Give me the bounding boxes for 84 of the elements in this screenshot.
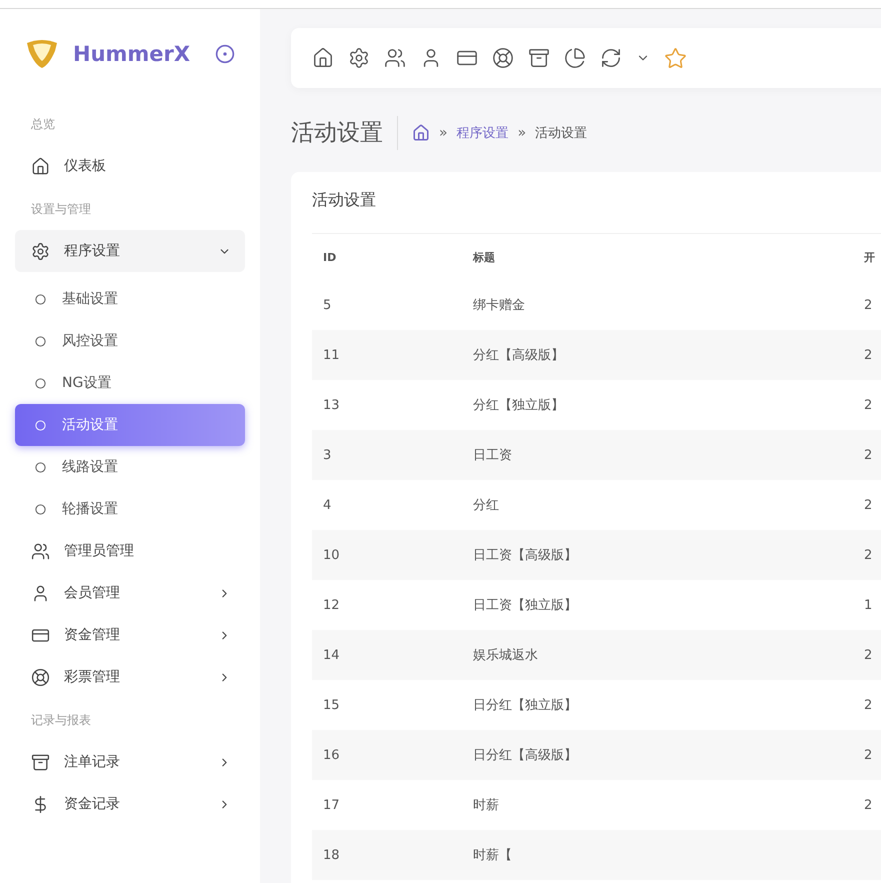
table-cell: 日工资【独立版】	[473, 598, 577, 613]
circle-icon	[35, 378, 46, 388]
circle-icon	[35, 462, 46, 472]
section-heading: 设置与管理	[30, 201, 92, 218]
menu-icon	[31, 242, 50, 260]
shield-logo-icon	[25, 39, 59, 69]
submenu-item[interactable]: NG设置	[15, 362, 245, 404]
submenu-item[interactable]: 轮播设置	[15, 488, 245, 530]
menu-icon	[31, 156, 50, 176]
table-cell: 时薪	[473, 798, 499, 813]
table-cell: 2	[864, 448, 872, 462]
table-cell: 娱乐城返水	[473, 648, 538, 663]
table-cell: 2	[864, 748, 872, 762]
menu-icon	[31, 752, 50, 772]
table-cell: 2	[864, 498, 872, 512]
menu-item[interactable]: 资金记录	[15, 783, 245, 825]
menu-item[interactable]: 注单记录	[15, 741, 245, 783]
pie-chart-icon[interactable]	[564, 47, 586, 69]
table-cell: 时薪【	[473, 848, 512, 863]
table-cell: 2	[864, 348, 872, 362]
brand-name: HummerX	[73, 42, 192, 66]
table-cell: 2	[864, 648, 872, 662]
submenu-item[interactable]: 基础设置	[15, 278, 245, 320]
table-cell: 16	[323, 748, 340, 762]
table-cell: 18	[323, 848, 340, 862]
table-cell: 日分红【独立版】	[473, 698, 577, 713]
sidebar-toggle-icon[interactable]	[215, 44, 235, 64]
column-header: ID	[312, 234, 462, 280]
home-icon[interactable]	[412, 124, 430, 142]
table-cell: 17	[323, 798, 340, 812]
circle-icon	[35, 420, 46, 430]
menu-item[interactable]: 程序设置	[15, 230, 245, 272]
circle-icon	[35, 336, 46, 346]
page-title: 活动设置	[291, 116, 398, 150]
table-cell: 日工资	[473, 448, 512, 463]
breadcrumb-separator: »	[518, 125, 526, 141]
lifebuoy-icon[interactable]	[492, 47, 514, 69]
card-title: 活动设置	[312, 190, 377, 211]
table-cell: 日分红【高级版】	[473, 748, 577, 763]
table-cell: 分红	[473, 498, 499, 513]
menu-item[interactable]: 资金管理	[15, 614, 245, 656]
table-cell: 1	[864, 598, 872, 612]
star-icon[interactable]	[664, 46, 687, 70]
submenu-item[interactable]: 风控设置	[15, 320, 245, 362]
menu-item[interactable]: 彩票管理	[15, 656, 245, 698]
table-cell: 2	[864, 398, 872, 412]
table-cell: 日工资【高级版】	[473, 548, 577, 563]
column-header: 标题	[462, 234, 862, 280]
table-cell: 5	[323, 298, 332, 312]
table-cell: 4	[323, 498, 332, 512]
submenu-item[interactable]: 活动设置	[15, 404, 245, 446]
submenu-item[interactable]: 线路设置	[15, 446, 245, 488]
table-cell: 2	[864, 548, 872, 562]
section-heading: 记录与报表	[30, 712, 92, 729]
home-icon[interactable]	[312, 47, 334, 69]
menu-icon	[31, 668, 50, 686]
table-cell: 3	[323, 448, 332, 462]
menu-item[interactable]: 会员管理	[15, 572, 245, 614]
menu-icon	[31, 542, 50, 560]
breadcrumb-separator: »	[439, 125, 448, 141]
users-icon[interactable]	[384, 47, 406, 69]
archive-icon[interactable]	[528, 47, 550, 69]
table-cell: 13	[323, 398, 340, 412]
circle-icon	[35, 294, 46, 304]
section-heading: 总览	[30, 116, 56, 133]
column-header: 开	[862, 234, 881, 280]
table-cell: 12	[323, 598, 340, 612]
table-cell: 2	[864, 798, 872, 812]
table-cell: 15	[323, 698, 340, 712]
breadcrumb-current[interactable]: 活动设置	[535, 124, 588, 142]
table-cell: 分红【独立版】	[473, 398, 564, 413]
table-cell: 10	[323, 548, 340, 562]
table-cell: 绑卡赠金	[473, 298, 525, 313]
menu-item[interactable]: 仪表板	[15, 145, 245, 187]
menu-item[interactable]: 管理员管理	[15, 530, 245, 572]
breadcrumb-link[interactable]: 程序设置	[456, 124, 509, 142]
table-cell: 分红【高级版】	[473, 348, 564, 363]
circle-icon	[35, 504, 46, 514]
table-cell: 2	[864, 298, 872, 312]
refresh-icon[interactable]	[600, 47, 622, 69]
table-cell: 11	[323, 348, 340, 362]
table-cell: 14	[323, 648, 340, 662]
table-cell: 2	[864, 698, 872, 712]
settings-icon[interactable]	[348, 47, 370, 69]
